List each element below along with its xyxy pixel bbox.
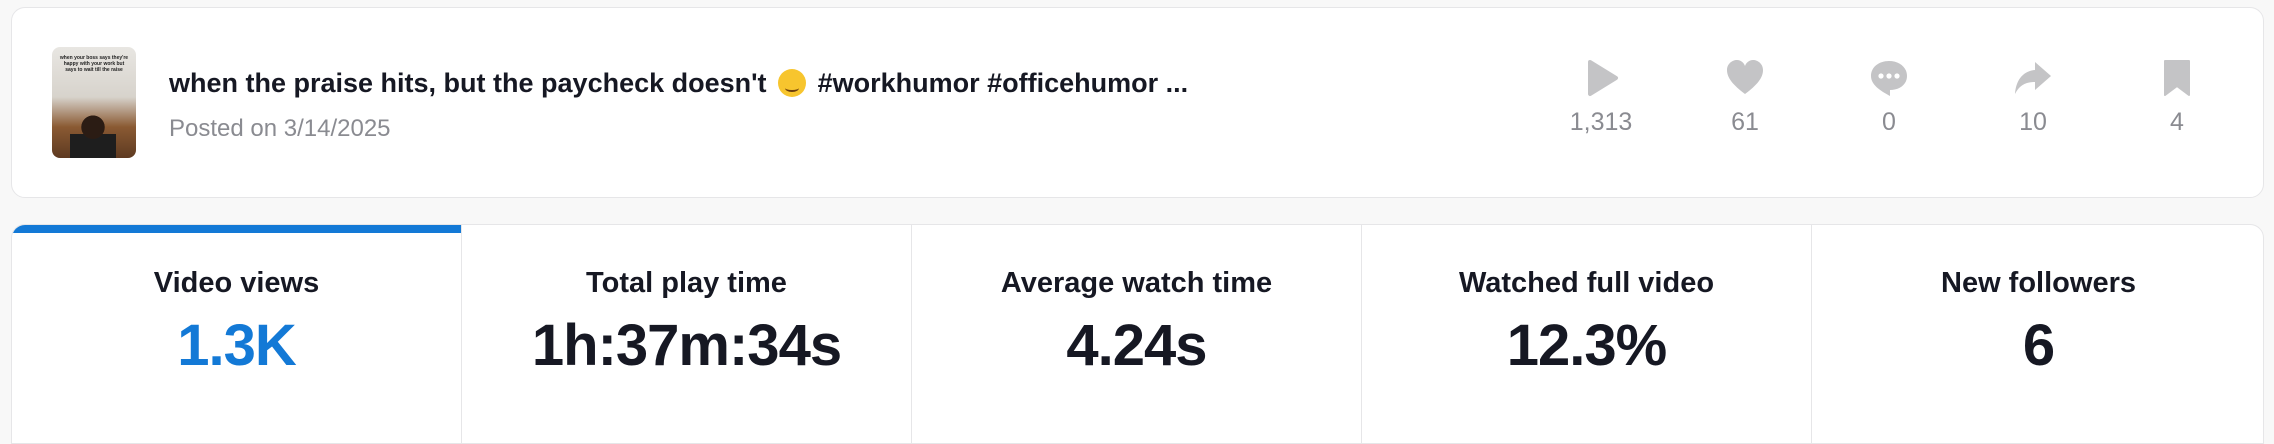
thumbnail-person-image bbox=[70, 114, 116, 158]
metric-total-play-time[interactable]: Total play time 1h:37m:34s bbox=[462, 225, 912, 443]
metric-new-followers[interactable]: New followers 6 bbox=[1812, 225, 2263, 443]
stat-saves-value: 4 bbox=[2170, 108, 2184, 136]
stat-shares: 10 bbox=[1978, 58, 2088, 137]
metric-value: 1h:37m:34s bbox=[531, 313, 842, 378]
metric-video-views[interactable]: Video views 1.3K bbox=[12, 225, 462, 443]
stat-likes-value: 61 bbox=[1731, 108, 1759, 136]
upside-down-face-emoji-icon bbox=[778, 69, 807, 97]
share-icon bbox=[2015, 62, 2051, 94]
metric-label: Average watch time bbox=[1000, 267, 1273, 299]
stat-saves: 4 bbox=[2122, 58, 2232, 137]
thumbnail-caption: when your boss says they're happy with y… bbox=[59, 55, 129, 73]
metric-label: Watched full video bbox=[1458, 267, 1715, 299]
metrics-tabs: Video views 1.3K Total play time 1h:37m:… bbox=[11, 224, 2264, 444]
metric-value: 6 bbox=[2022, 313, 2055, 378]
metric-average-watch-time[interactable]: Average watch time 4.24s bbox=[912, 225, 1362, 443]
posted-date: Posted on 3/14/2025 bbox=[169, 115, 391, 142]
post-title-tags: #workhumor #officehumor ... bbox=[817, 68, 1189, 98]
post-title[interactable]: when the praise hits, but the paycheck d… bbox=[169, 68, 1188, 99]
metric-value: 12.3% bbox=[1506, 313, 1667, 378]
metric-label: Video views bbox=[153, 267, 320, 299]
stat-comments: 0 bbox=[1834, 58, 1944, 137]
comment-icon bbox=[1871, 61, 1907, 96]
stat-plays-value: 1,313 bbox=[1569, 108, 1633, 136]
stat-shares-value: 10 bbox=[2019, 108, 2047, 136]
metric-value: 4.24s bbox=[1066, 313, 1207, 378]
metric-watched-full-video[interactable]: Watched full video 12.3% bbox=[1362, 225, 1812, 443]
heart-icon bbox=[1727, 60, 1763, 94]
post-title-text: when the praise hits, but the paycheck d… bbox=[169, 68, 767, 98]
stat-comments-value: 0 bbox=[1882, 108, 1896, 136]
metric-label: New followers bbox=[1941, 267, 2136, 299]
bookmark-icon bbox=[2164, 60, 2190, 96]
metric-label: Total play time bbox=[586, 267, 787, 299]
play-icon bbox=[1588, 60, 1618, 96]
video-thumbnail[interactable]: when your boss says they're happy with y… bbox=[52, 47, 136, 158]
stat-likes: 61 bbox=[1690, 58, 1800, 137]
metric-value: 1.3K bbox=[177, 313, 297, 378]
post-card: when your boss says they're happy with y… bbox=[11, 7, 2264, 198]
stat-plays: 1,313 bbox=[1546, 58, 1656, 137]
